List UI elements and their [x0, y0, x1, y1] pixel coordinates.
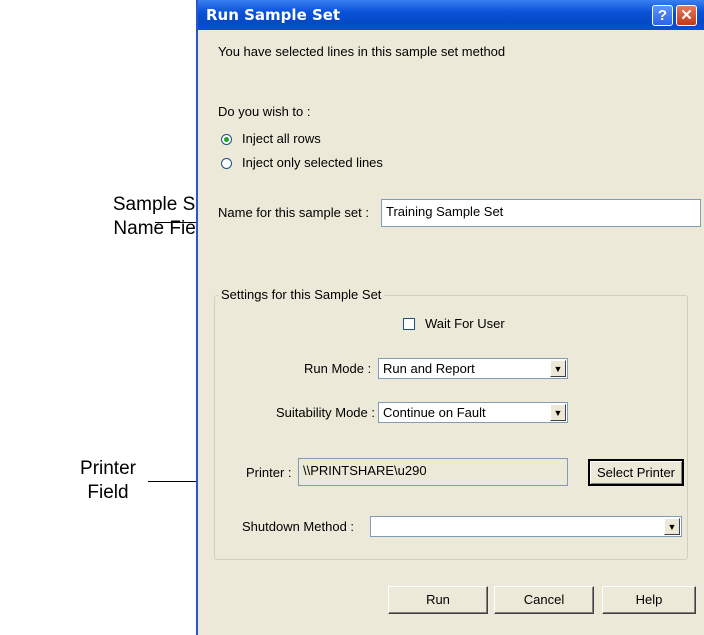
shutdown-method-label: Shutdown Method : — [242, 519, 355, 534]
sample-set-name-field[interactable]: Training Sample Set — [381, 199, 701, 227]
callout-line-2: Field — [87, 482, 129, 503]
run-mode-dropdown[interactable]: Run and Report ▼ — [378, 358, 568, 379]
chevron-down-icon[interactable]: ▼ — [550, 404, 566, 421]
help-button[interactable]: Help — [602, 586, 696, 614]
radio-inject-all[interactable] — [221, 134, 232, 145]
cancel-button[interactable]: Cancel — [494, 586, 594, 614]
callout-line-1: Printer — [80, 458, 136, 479]
shutdown-method-dropdown[interactable]: ▼ — [370, 516, 682, 537]
run-mode-value: Run and Report — [383, 361, 475, 376]
question-text: Do you wish to : — [218, 104, 311, 119]
radio-inject-all-label[interactable]: Inject all rows — [242, 131, 321, 146]
printer-label: Printer : — [246, 465, 292, 480]
title-bar[interactable]: Run Sample Set ? ✕ — [198, 0, 704, 30]
close-icon[interactable]: ✕ — [676, 5, 697, 26]
printer-field[interactable]: \\PRINTSHARE\u290 — [298, 458, 568, 486]
suitability-mode-dropdown[interactable]: Continue on Fault ▼ — [378, 402, 568, 423]
run-sample-set-dialog: Run Sample Set ? ✕ You have selected lin… — [196, 0, 704, 635]
run-mode-label: Run Mode : — [304, 361, 372, 376]
chevron-down-icon[interactable]: ▼ — [664, 518, 680, 535]
chevron-down-icon[interactable]: ▼ — [550, 360, 566, 377]
intro-text: You have selected lines in this sample s… — [218, 44, 506, 59]
settings-group-title: Settings for this Sample Set — [218, 287, 385, 302]
run-button[interactable]: Run — [388, 586, 488, 614]
name-label: Name for this sample set : — [218, 205, 369, 220]
wait-for-user-label[interactable]: Wait For User — [425, 316, 505, 331]
radio-inject-selected-label[interactable]: Inject only selected lines — [242, 155, 383, 170]
select-printer-button[interactable]: Select Printer — [588, 459, 684, 486]
suitability-mode-label: Suitability Mode : — [276, 405, 375, 420]
help-icon[interactable]: ? — [652, 5, 673, 26]
suitability-mode-value: Continue on Fault — [383, 405, 486, 420]
wait-for-user-checkbox[interactable] — [403, 318, 415, 330]
radio-inject-selected[interactable] — [221, 158, 232, 169]
dialog-title: Run Sample Set — [206, 6, 341, 24]
